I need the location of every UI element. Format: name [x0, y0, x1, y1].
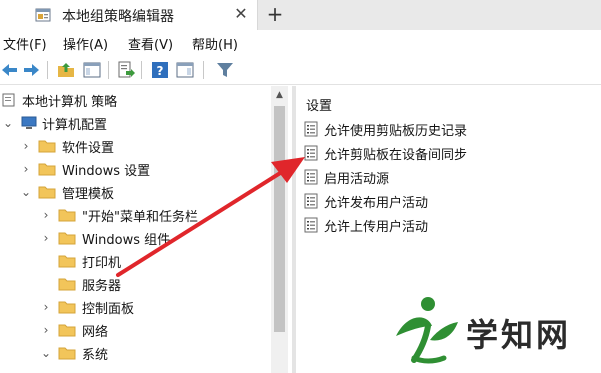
policy-setting-icon: [304, 145, 318, 161]
chevron-down-icon[interactable]: ⌄: [20, 185, 32, 199]
chevron-right-icon[interactable]: ›: [20, 139, 32, 153]
menu-bar: 文件(F) 操作(A) 查看(V) 帮助(H): [0, 32, 601, 54]
chevron-down-icon[interactable]: ⌄: [2, 116, 14, 130]
tree-item-system[interactable]: ⌄ 系统: [0, 343, 270, 365]
toolbar: ?: [0, 56, 601, 85]
watermark: 学知网: [388, 292, 598, 370]
tree-item-start-menu[interactable]: › "开始"菜单和任务栏: [0, 205, 270, 227]
toolbar-separator: [141, 61, 142, 79]
chevron-right-icon[interactable]: ›: [40, 300, 52, 314]
show-hide-tree-icon[interactable]: [82, 60, 102, 80]
tree-label: 本地计算机 策略: [22, 95, 118, 110]
folder-icon: [38, 140, 56, 153]
tree-label: Windows 组件: [82, 233, 171, 248]
tree-item-server[interactable]: 服务器: [0, 274, 270, 296]
title-tab-bar: 本地组策略编辑器 ✕ +: [0, 0, 601, 30]
setting-label: 允许上传用户活动: [324, 220, 429, 235]
computer-policy-icon: [2, 93, 15, 107]
chevron-right-icon[interactable]: ›: [40, 323, 52, 337]
tree-pane: 本地计算机 策略 ⌄ 计算机配置 › 软件设置 › Windows 设置 ⌄ 管…: [0, 86, 292, 373]
window-tab[interactable]: 本地组策略编辑器 ✕: [0, 0, 258, 30]
tree-item-printers[interactable]: 打印机: [0, 251, 270, 273]
tree-label: 管理模板: [62, 187, 115, 202]
folder-icon: [58, 324, 76, 337]
tree-label: 系统: [82, 348, 109, 363]
menu-help[interactable]: 帮助(H): [192, 34, 238, 53]
properties-icon[interactable]: [175, 60, 195, 80]
folder-icon: [58, 255, 76, 268]
menu-action[interactable]: 操作(A): [63, 34, 108, 53]
computer-icon: [21, 116, 37, 129]
watermark-text: 学知网: [466, 316, 572, 354]
policy-setting-icon: [304, 121, 318, 137]
tree-item-network[interactable]: › 网络: [0, 320, 270, 342]
setting-label: 允许剪贴板在设备间同步: [324, 148, 468, 163]
setting-label: 允许发布用户活动: [324, 196, 429, 211]
policy-editor-app-icon: [35, 8, 51, 22]
folder-icon: [58, 301, 76, 314]
tree-label: 软件设置: [62, 141, 115, 156]
folder-icon: [38, 186, 56, 199]
setting-label: 启用活动源: [324, 172, 390, 187]
chevron-right-icon[interactable]: ›: [40, 208, 52, 222]
folder-icon: [58, 232, 76, 245]
close-tab-icon[interactable]: ✕: [232, 4, 250, 24]
settings-column-header[interactable]: 设置: [306, 95, 332, 114]
export-list-icon[interactable]: [116, 60, 136, 80]
folder-icon: [38, 163, 56, 176]
up-folder-icon[interactable]: [56, 60, 76, 80]
tree-scrollbar[interactable]: ▲: [271, 86, 288, 373]
scroll-thumb[interactable]: [274, 106, 285, 332]
tree-label: 服务器: [82, 279, 122, 294]
policy-setting-icon: [304, 193, 318, 209]
setting-label: 允许使用剪贴板历史记录: [324, 124, 468, 139]
toolbar-separator: [203, 61, 204, 79]
menu-view[interactable]: 查看(V): [128, 34, 173, 53]
tree-item-admin-templates[interactable]: ⌄ 管理模板: [0, 182, 270, 204]
tree-item-windows-components[interactable]: › Windows 组件: [0, 228, 270, 250]
toolbar-separator: [47, 61, 48, 79]
filter-icon[interactable]: [215, 60, 235, 80]
folder-icon: [58, 347, 76, 360]
forward-arrow-icon[interactable]: [21, 60, 41, 80]
window-title: 本地组策略编辑器: [62, 9, 174, 25]
chevron-right-icon[interactable]: ›: [40, 231, 52, 245]
scroll-up-arrow-icon[interactable]: ▲: [271, 88, 288, 102]
toolbar-separator: [108, 61, 109, 79]
tree-item-software-settings[interactable]: › 软件设置: [0, 136, 270, 158]
chevron-down-icon[interactable]: ⌄: [40, 346, 52, 360]
tree-item-local-computer-policy[interactable]: 本地计算机 策略: [0, 90, 270, 112]
help-icon[interactable]: ?: [150, 60, 170, 80]
tree-label: 计算机配置: [42, 118, 108, 133]
tree-label: 打印机: [82, 256, 122, 271]
tree-item-windows-settings[interactable]: › Windows 设置: [0, 159, 270, 181]
tree-item-computer-config[interactable]: ⌄ 计算机配置: [0, 113, 270, 135]
tree-item-control-panel[interactable]: › 控制面板: [0, 297, 270, 319]
tree-label: Windows 设置: [62, 164, 151, 179]
tree-label: "开始"菜单和任务栏: [82, 210, 198, 225]
folder-icon: [58, 209, 76, 222]
menu-file[interactable]: 文件(F): [3, 34, 47, 53]
folder-icon: [58, 278, 76, 291]
back-arrow-icon[interactable]: [0, 60, 20, 80]
policy-setting-icon: [304, 217, 318, 233]
chevron-right-icon[interactable]: ›: [20, 162, 32, 176]
policy-setting-icon: [304, 169, 318, 185]
svg-text:?: ?: [157, 64, 164, 78]
tree-label: 网络: [82, 325, 109, 340]
tree-label: 控制面板: [82, 302, 135, 317]
new-tab-button[interactable]: +: [265, 3, 285, 25]
watermark-logo-icon: [396, 297, 458, 364]
